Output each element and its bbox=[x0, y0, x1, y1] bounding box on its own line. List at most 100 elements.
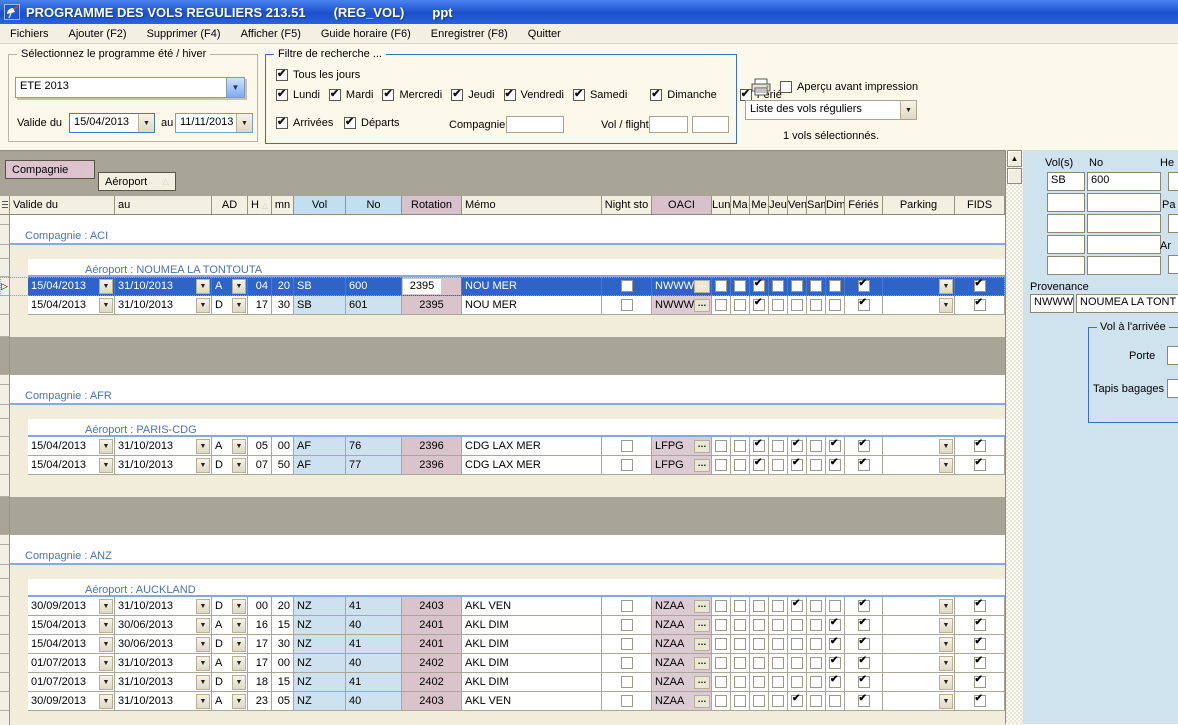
row-selector-cell[interactable] bbox=[0, 535, 10, 545]
flight-row[interactable]: 15/04/2013▼31/10/2013▼D▼1730SB6012395NOU… bbox=[0, 296, 1005, 315]
rotation-edit-field[interactable]: 2395 bbox=[403, 279, 441, 294]
ellipsis-button[interactable]: … bbox=[694, 619, 710, 632]
day-mardi-cell[interactable] bbox=[731, 616, 750, 635]
feries-cell[interactable] bbox=[845, 616, 883, 635]
valid-from-cell[interactable]: 01/07/2013▼ bbox=[28, 673, 115, 692]
day-jeudi-cell[interactable] bbox=[769, 635, 788, 654]
report-select[interactable]: Liste des vols réguliers ▼ bbox=[745, 100, 917, 120]
oaci-cell[interactable]: NZAA… bbox=[652, 654, 712, 673]
row-selector-cell[interactable] bbox=[0, 616, 10, 635]
scrollbar-thumb[interactable] bbox=[1007, 168, 1022, 184]
valid-to-cell[interactable]: 31/10/2013▼ bbox=[115, 597, 212, 616]
checkbox-icon[interactable] bbox=[715, 619, 727, 631]
oaci-cell[interactable]: NZAA… bbox=[652, 692, 712, 711]
fids-cell[interactable] bbox=[955, 673, 1005, 692]
provenance-code-field[interactable]: NWWW bbox=[1030, 294, 1074, 313]
chevron-down-icon[interactable]: ▼ bbox=[232, 298, 246, 313]
chevron-down-icon[interactable]: ▼ bbox=[196, 298, 210, 313]
chevron-down-icon[interactable]: ▼ bbox=[900, 101, 916, 119]
day-samedi-cell[interactable] bbox=[807, 597, 826, 616]
checkbox-icon[interactable] bbox=[810, 459, 822, 471]
feries-cell[interactable] bbox=[845, 456, 883, 475]
checkbox-icon[interactable] bbox=[772, 600, 784, 612]
chevron-down-icon[interactable]: ▼ bbox=[226, 78, 244, 97]
column-header-oaci[interactable]: OACI bbox=[652, 196, 712, 214]
day-jeudi-cell[interactable] bbox=[769, 296, 788, 315]
day-vendredi-cell[interactable] bbox=[788, 616, 807, 635]
checkbox-icon[interactable] bbox=[621, 657, 633, 669]
day-mercredi-cell[interactable] bbox=[750, 654, 769, 673]
checkbox-departs[interactable]: Départs bbox=[344, 117, 400, 129]
day-vendredi-cell[interactable] bbox=[788, 692, 807, 711]
checkbox-icon[interactable] bbox=[858, 299, 870, 311]
valid-from-cell[interactable]: 01/07/2013▼ bbox=[28, 654, 115, 673]
vertical-scrollbar[interactable]: ▲ bbox=[1005, 150, 1023, 724]
checkbox-icon[interactable] bbox=[650, 89, 662, 101]
day-lundi-cell[interactable] bbox=[712, 456, 731, 475]
vol-filter-input-code[interactable] bbox=[649, 116, 688, 133]
valid-to-cell[interactable]: 31/10/2013▼ bbox=[115, 296, 212, 315]
flight-number-cell[interactable]: 600 bbox=[346, 277, 402, 296]
vol-code-field[interactable]: SB bbox=[1047, 172, 1085, 191]
parking-cell[interactable]: ▼ bbox=[883, 654, 955, 673]
oaci-cell[interactable]: NWWW… bbox=[652, 296, 712, 315]
checkbox-icon[interactable] bbox=[753, 657, 765, 669]
ellipsis-button[interactable]: … bbox=[694, 280, 710, 293]
chevron-down-icon[interactable]: ▼ bbox=[196, 656, 210, 671]
checkbox-icon[interactable] bbox=[829, 638, 841, 650]
checkbox-icon[interactable] bbox=[753, 619, 765, 631]
checkbox-icon[interactable] bbox=[621, 299, 633, 311]
memo-cell[interactable]: AKL DIM bbox=[462, 673, 602, 692]
checkbox-icon[interactable] bbox=[753, 600, 765, 612]
column-header-ma[interactable]: Ma bbox=[731, 196, 750, 214]
parking-cell[interactable]: ▼ bbox=[883, 673, 955, 692]
feries-cell[interactable] bbox=[845, 597, 883, 616]
feries-cell[interactable] bbox=[845, 296, 883, 315]
chevron-down-icon[interactable]: ▼ bbox=[99, 694, 113, 709]
checkbox-icon[interactable] bbox=[772, 695, 784, 707]
checkbox-icon[interactable] bbox=[344, 117, 356, 129]
chevron-down-icon[interactable]: ▼ bbox=[232, 458, 246, 473]
memo-cell[interactable]: CDG LAX MER bbox=[462, 456, 602, 475]
menu-item-fichiers[interactable]: Fichiers bbox=[0, 26, 59, 42]
chevron-down-icon[interactable]: ▼ bbox=[939, 618, 953, 633]
checkbox-icon[interactable] bbox=[810, 619, 822, 631]
flight-number-cell[interactable]: 77 bbox=[346, 456, 402, 475]
oaci-cell[interactable]: NZAA… bbox=[652, 616, 712, 635]
checkbox-icon[interactable] bbox=[772, 280, 784, 292]
flight-number-cell[interactable]: 40 bbox=[346, 692, 402, 711]
checkbox-apercu-impression[interactable]: Aperçu avant impression bbox=[780, 81, 918, 93]
checkbox-icon[interactable] bbox=[829, 440, 841, 452]
checkbox-icon[interactable] bbox=[276, 69, 288, 81]
checkbox-icon[interactable] bbox=[734, 695, 746, 707]
parking-cell[interactable]: ▼ bbox=[883, 456, 955, 475]
day-vendredi-cell[interactable] bbox=[788, 437, 807, 456]
checkbox-icon[interactable] bbox=[772, 299, 784, 311]
row-selector-cell[interactable] bbox=[0, 597, 10, 616]
checkbox-icon[interactable] bbox=[382, 89, 394, 101]
column-header-lun[interactable]: Lun bbox=[712, 196, 731, 214]
day-mardi-cell[interactable] bbox=[731, 654, 750, 673]
airline-code-cell[interactable]: AF bbox=[294, 456, 346, 475]
minute-cell[interactable]: 00 bbox=[272, 437, 294, 456]
checkbox-icon[interactable] bbox=[829, 695, 841, 707]
day-jeudi-cell[interactable] bbox=[769, 456, 788, 475]
arrival-departure-cell[interactable]: A▼ bbox=[212, 692, 248, 711]
checkbox-icon[interactable] bbox=[734, 600, 746, 612]
checkbox-icon[interactable] bbox=[810, 657, 822, 669]
row-selector-cell[interactable] bbox=[0, 673, 10, 692]
porte-field[interactable] bbox=[1167, 346, 1178, 365]
row-selector-cell[interactable] bbox=[0, 545, 10, 565]
ellipsis-button[interactable]: … bbox=[694, 695, 710, 708]
arrival-departure-cell[interactable]: D▼ bbox=[212, 635, 248, 654]
column-header-me[interactable]: Me bbox=[750, 196, 769, 214]
flight-row[interactable]: ▷15/04/2013▼31/10/2013▼A▼0420SB6002395NO… bbox=[0, 277, 1005, 296]
flight-number-cell[interactable]: 40 bbox=[346, 616, 402, 635]
provenance-name-field[interactable]: NOUMEA LA TONT bbox=[1076, 294, 1178, 313]
day-vendredi-cell[interactable] bbox=[788, 597, 807, 616]
fids-cell[interactable] bbox=[955, 456, 1005, 475]
checkbox-icon[interactable] bbox=[504, 89, 516, 101]
ellipsis-button[interactable]: … bbox=[694, 657, 710, 670]
airline-code-cell[interactable]: NZ bbox=[294, 635, 346, 654]
oaci-cell[interactable]: NZAA… bbox=[652, 635, 712, 654]
